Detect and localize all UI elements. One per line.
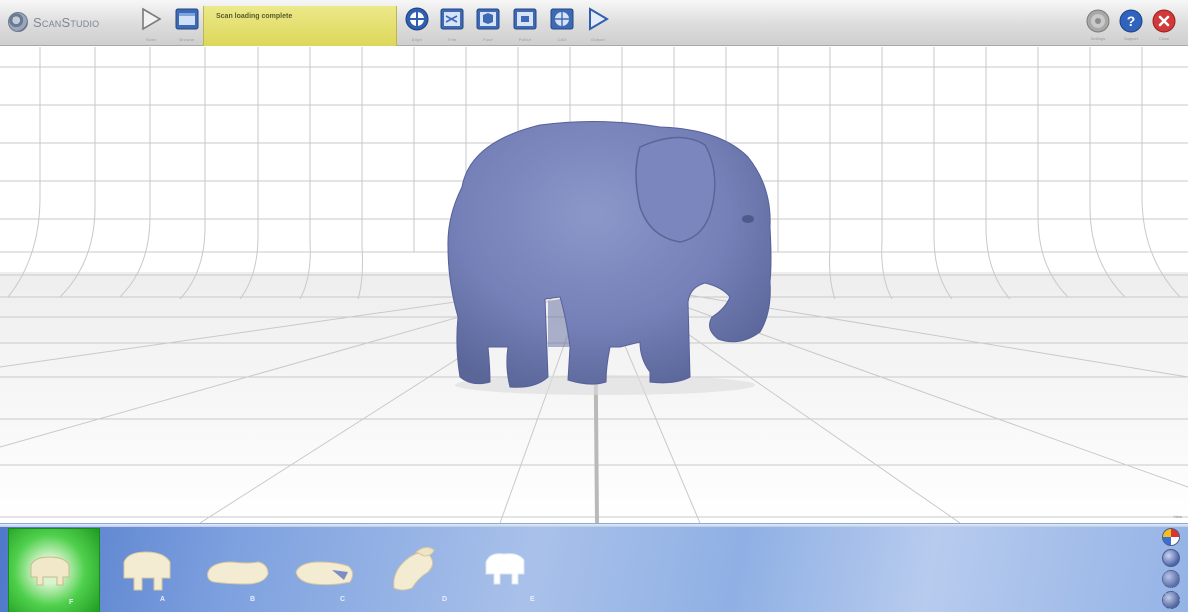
support-button[interactable]: ? Support	[1119, 9, 1143, 41]
color-view-icon[interactable]	[1162, 528, 1180, 546]
grid-backdrop	[0, 47, 1188, 523]
elephant-thumbnail-icon	[30, 556, 70, 586]
trim-button[interactable]: Trim	[438, 7, 466, 42]
help-icon: ?	[1119, 9, 1143, 33]
thumbnail-f[interactable]: F	[8, 528, 100, 612]
thumbnail-tag: A	[160, 596, 166, 603]
align-button[interactable]: Align	[403, 7, 431, 42]
scan-part-thumbnail-icon	[295, 561, 354, 586]
thumbnail-tag: D	[442, 596, 448, 603]
thumbnail-a[interactable]: A	[112, 532, 202, 610]
cad-button[interactable]: CAD	[548, 7, 576, 42]
folder-icon	[175, 8, 199, 30]
output-button[interactable]: Output	[584, 7, 612, 42]
svg-text:?: ?	[1127, 13, 1136, 29]
elephant-thumbnail-icon	[485, 553, 525, 585]
scan-part-thumbnail-icon	[207, 561, 269, 585]
thumbnail-c[interactable]: C	[292, 532, 382, 610]
thumbnail-d[interactable]: D	[382, 532, 472, 610]
close-button-label: Close	[1158, 36, 1170, 41]
polish-icon	[513, 8, 537, 30]
thumbnail-tag: C	[340, 596, 346, 603]
status-bar: Scan loading complete	[203, 6, 397, 46]
view-mode-panel	[1162, 528, 1182, 612]
close-icon	[1152, 9, 1176, 33]
fuse-button[interactable]: Fuse	[474, 7, 502, 42]
trim-icon	[440, 8, 464, 30]
status-message: Scan loading complete	[216, 13, 293, 20]
thumbnail-b[interactable]: B	[202, 532, 292, 610]
play-icon	[589, 7, 609, 31]
elephant-thumbnail-icon	[123, 551, 171, 591]
wireframe-view-icon[interactable]	[1162, 591, 1180, 609]
scan-part-thumbnail-icon	[393, 546, 435, 591]
3d-viewport[interactable]	[0, 47, 1188, 523]
gear-logo-icon	[8, 12, 28, 32]
thumbnail-tag: E	[530, 596, 535, 603]
cad-icon	[550, 8, 574, 30]
thumbnail-e[interactable]: E	[472, 532, 562, 610]
scan-button[interactable]: Scan	[137, 7, 165, 42]
settings-button[interactable]: Settings	[1086, 9, 1110, 41]
top-toolbar: ScanStudio Scan Browse Scan loading comp…	[0, 0, 1188, 46]
align-icon	[405, 7, 429, 31]
settings-icon	[1086, 9, 1110, 33]
browse-button[interactable]: Browse	[173, 7, 201, 42]
shaded-view-icon[interactable]	[1162, 549, 1180, 567]
polish-button[interactable]: Polish	[511, 7, 539, 42]
output-button-label: Output	[591, 37, 605, 42]
scan-thumbnail-strip: F A B C D E	[0, 523, 1188, 612]
close-button[interactable]: Close	[1152, 9, 1176, 41]
thumbnail-tag: F	[69, 599, 74, 606]
view-panel-label: View	[1173, 514, 1182, 519]
play-outline-icon	[142, 7, 162, 31]
thumbnail-tag: B	[250, 596, 256, 603]
app-name: ScanStudio	[33, 14, 100, 30]
points-view-icon[interactable]	[1162, 570, 1180, 588]
fuse-icon	[476, 8, 500, 30]
app-logo: ScanStudio	[8, 10, 99, 34]
